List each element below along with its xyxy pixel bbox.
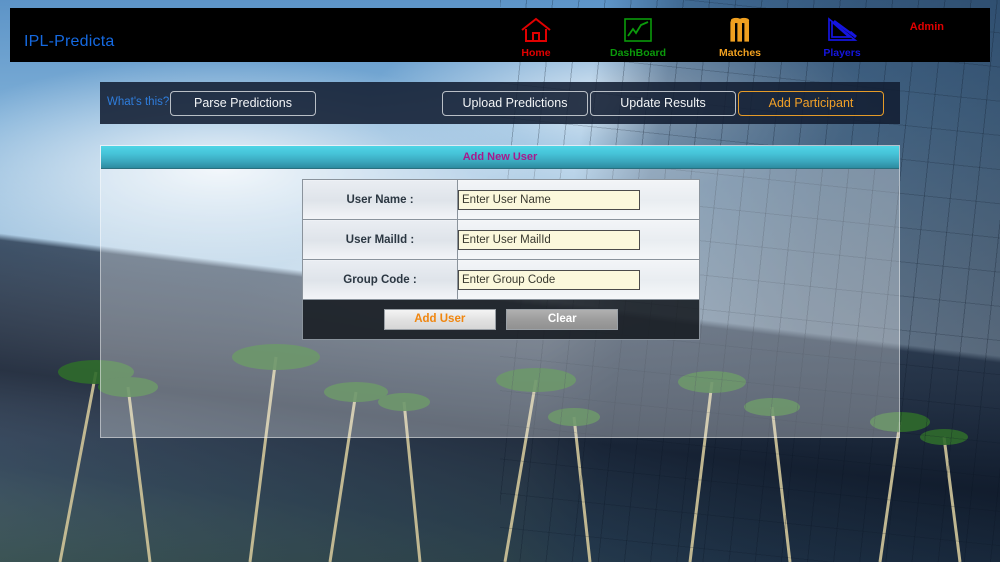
add-user-button[interactable]: Add User: [383, 309, 496, 330]
update-results-button[interactable]: Update Results: [590, 91, 736, 116]
nav-label-players: Players: [823, 47, 861, 59]
form-row-user-mailid: User MailId :: [302, 219, 700, 260]
form-actions: Add User Clear: [302, 299, 700, 340]
whats-this-link[interactable]: What's this?: [107, 96, 169, 108]
bat-triangle-icon: [804, 16, 880, 46]
clear-button[interactable]: Clear: [506, 309, 619, 330]
label-user-mailid: User MailId :: [302, 219, 458, 260]
form-row-actions: Add User Clear: [302, 299, 700, 340]
nav-item-home[interactable]: Home: [498, 16, 574, 59]
label-user-name: User Name :: [302, 179, 458, 220]
nav-item-dashboard[interactable]: DashBoard: [600, 16, 676, 59]
admin-label[interactable]: Admin: [910, 21, 944, 33]
user-mailid-input[interactable]: [458, 229, 640, 250]
field-cell-user-name: [457, 179, 700, 220]
parse-predictions-button[interactable]: Parse Predictions: [170, 91, 316, 116]
add-user-form: User Name : User MailId : Group Code : A…: [302, 179, 700, 340]
nav-item-players[interactable]: Players: [804, 16, 880, 59]
brand-logo[interactable]: IPL-Predicta: [24, 33, 114, 51]
form-row-group-code: Group Code :: [302, 259, 700, 300]
field-cell-user-mailid: [457, 219, 700, 260]
add-participant-button[interactable]: Add Participant: [738, 91, 884, 116]
content-panel: Add New User User Name : User MailId : G…: [100, 145, 900, 438]
upload-predictions-button[interactable]: Upload Predictions: [442, 91, 588, 116]
stumps-icon: [702, 16, 778, 46]
page-title: Add New User: [462, 151, 538, 163]
form-row-user-name: User Name :: [302, 179, 700, 220]
nav-links: Home DashBoard Matches Players: [498, 16, 898, 62]
line-chart-icon: [600, 16, 676, 46]
nav-item-matches[interactable]: Matches: [702, 16, 778, 59]
house-icon: [498, 16, 574, 46]
panel-header: Add New User: [101, 146, 899, 169]
user-name-input[interactable]: [458, 189, 640, 210]
nav-label-home: Home: [521, 47, 551, 59]
field-cell-group-code: [457, 259, 700, 300]
top-navbar: IPL-Predicta Admin Home DashBoard Matche…: [10, 8, 990, 62]
group-code-input[interactable]: [458, 269, 640, 290]
nav-label-matches: Matches: [718, 47, 761, 59]
label-group-code: Group Code :: [302, 259, 458, 300]
nav-label-dashboard: DashBoard: [609, 47, 666, 59]
action-toolbar: What's this? Parse Predictions Upload Pr…: [100, 82, 900, 124]
